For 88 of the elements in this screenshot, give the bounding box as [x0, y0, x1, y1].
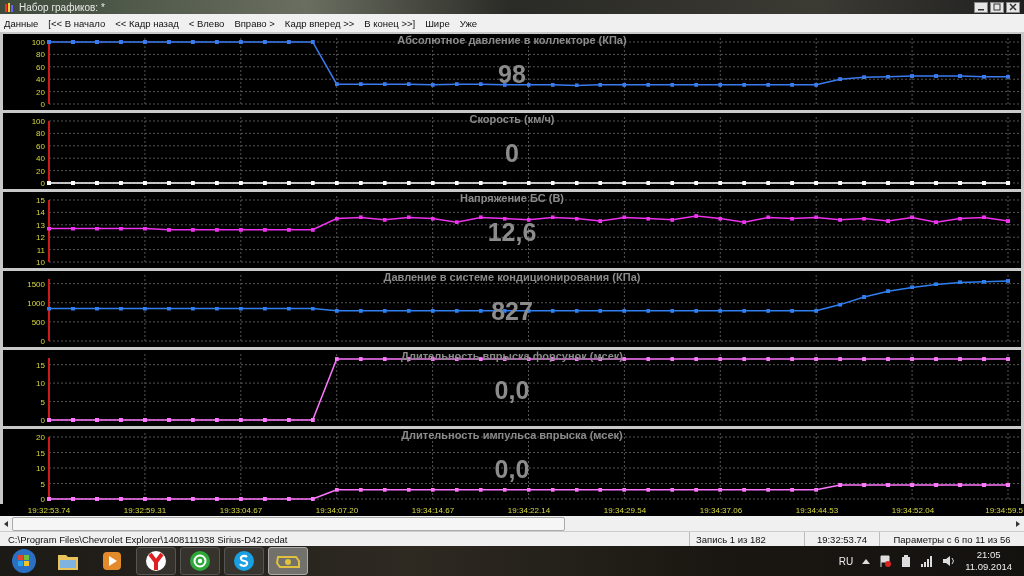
clock[interactable]: 21:05 11.09.2014	[965, 549, 1012, 573]
axis-tick-label: 1500	[27, 279, 45, 289]
y-axis-line	[48, 436, 50, 500]
current-value: 12,6	[487, 218, 537, 247]
y-axis-line	[48, 357, 50, 421]
menu-item[interactable]: < Влево	[188, 17, 225, 29]
close-icon	[1009, 3, 1017, 11]
axis-tick-label: 1000	[27, 298, 45, 308]
axis-tick-label: 0	[40, 100, 45, 109]
axis-tick-label: 20	[36, 433, 45, 442]
chart-title: Скорость (км/ч)	[469, 113, 555, 125]
time-label: 19:33:04.67	[219, 506, 263, 515]
chart-title: Длительность импульса впрыска (мсек)	[401, 429, 623, 441]
app-icon	[4, 1, 15, 13]
current-value: 0,0	[494, 376, 530, 405]
time-label: 19:34:44.53	[795, 506, 839, 515]
close-button[interactable]	[1006, 1, 1020, 13]
axis-tick-label: 0	[40, 416, 45, 425]
menu-item[interactable]: Кадр вперед >>	[284, 17, 355, 29]
axis-tick-label: 15	[36, 196, 45, 205]
flag-icon[interactable]	[879, 555, 892, 567]
current-value: 0,0	[494, 455, 530, 484]
axis-tick-label: 100	[31, 117, 45, 126]
time-label: 19:34:59.5	[985, 506, 1023, 515]
axis-tick-label: 5	[40, 397, 45, 407]
y-axis-line	[48, 41, 50, 105]
chat-icon[interactable]	[224, 547, 264, 575]
language-indicator[interactable]: RU	[838, 555, 854, 567]
axis-tick-label: 40	[36, 75, 45, 85]
axis-tick-label: 80	[36, 50, 45, 60]
axis-tick-label: 20	[36, 166, 45, 176]
chart-title: Абсолютное давление в коллекторе (КПа)	[397, 34, 627, 46]
axis-tick-label: 5	[40, 479, 45, 489]
show-hidden-icons-icon[interactable]	[862, 558, 871, 564]
axis-tick-label: 15	[36, 360, 45, 370]
current-value: 98	[498, 60, 526, 89]
time-label: 19:34:37.06	[699, 506, 743, 515]
maximize-icon	[993, 3, 1001, 11]
time-label: 19:34:52.04	[891, 506, 935, 515]
record-counter: Запись 1 из 182	[696, 533, 766, 545]
axis-tick-label: 11	[36, 245, 45, 255]
axis-tick-label: 80	[36, 129, 45, 139]
time-label: 19:34:22.14	[507, 506, 551, 515]
time-label: 19:34:07.20	[315, 506, 359, 515]
at-sign-icon[interactable]	[180, 547, 220, 575]
y-axis-line	[48, 120, 50, 184]
menu-item[interactable]: Шире	[425, 17, 450, 29]
scrollbar-thumb[interactable]	[12, 516, 565, 531]
axis-tick-label: 40	[36, 154, 45, 164]
current-value: 0	[505, 139, 519, 168]
axis-tick-label: 0	[40, 179, 45, 188]
chart-title: Давление в системе кондиционирования (КПа)	[383, 271, 641, 283]
axis-tick-label: 10	[36, 379, 45, 389]
window-title: Набор графиков: *	[19, 1, 106, 13]
axis-tick-label: 14	[36, 208, 45, 218]
axis-tick-label: 500	[31, 317, 45, 327]
menu-item[interactable]: Данные	[4, 17, 39, 29]
time-label: 19:32:53.74	[27, 506, 71, 515]
menu-item[interactable]: В конец >>]	[364, 17, 416, 29]
y-axis-line	[48, 199, 50, 263]
axis-tick-label: 12	[36, 233, 45, 243]
axis-tick-label: 100	[31, 38, 45, 47]
axis-tick-label: 20	[36, 87, 45, 97]
axis-tick-label: 15	[36, 448, 45, 458]
time-label: 19:32:59.31	[123, 506, 167, 515]
time-label: 19:34:29.54	[603, 506, 647, 515]
menu-item[interactable]: Вправо >	[234, 17, 275, 29]
minimize-button[interactable]	[974, 1, 988, 13]
y-axis-line	[48, 278, 50, 342]
axis-tick-label: 0	[40, 337, 45, 346]
parameter-range: Параметры с 6 по 11 из 56	[893, 533, 1011, 545]
time-label: 19:34:14.67	[411, 506, 455, 515]
axis-tick-label: 13	[36, 220, 45, 230]
speaker-icon[interactable]	[942, 555, 957, 567]
file-path: C:\Program Files\Chevrolet Explorer\1408111938 Sirius-D42.cedat	[8, 533, 288, 545]
menu-item[interactable]: Уже	[459, 17, 478, 29]
axis-tick-label: 60	[36, 141, 45, 151]
axis-tick-label: 60	[36, 62, 45, 72]
menu-item[interactable]: [<< В начало	[48, 17, 106, 29]
signal-icon[interactable]	[921, 555, 934, 567]
menu-item[interactable]: << Кадр назад	[115, 17, 179, 29]
maximize-button[interactable]	[990, 1, 1004, 13]
axis-tick-label: 10	[36, 464, 45, 473]
current-time: 19:32:53.74	[816, 533, 868, 545]
chart-title: Напряжение БС (В)	[459, 192, 565, 204]
axis-tick-label: 10	[36, 258, 45, 267]
browser-icon[interactable]	[136, 547, 176, 575]
axis-tick-label: 0	[40, 495, 45, 504]
